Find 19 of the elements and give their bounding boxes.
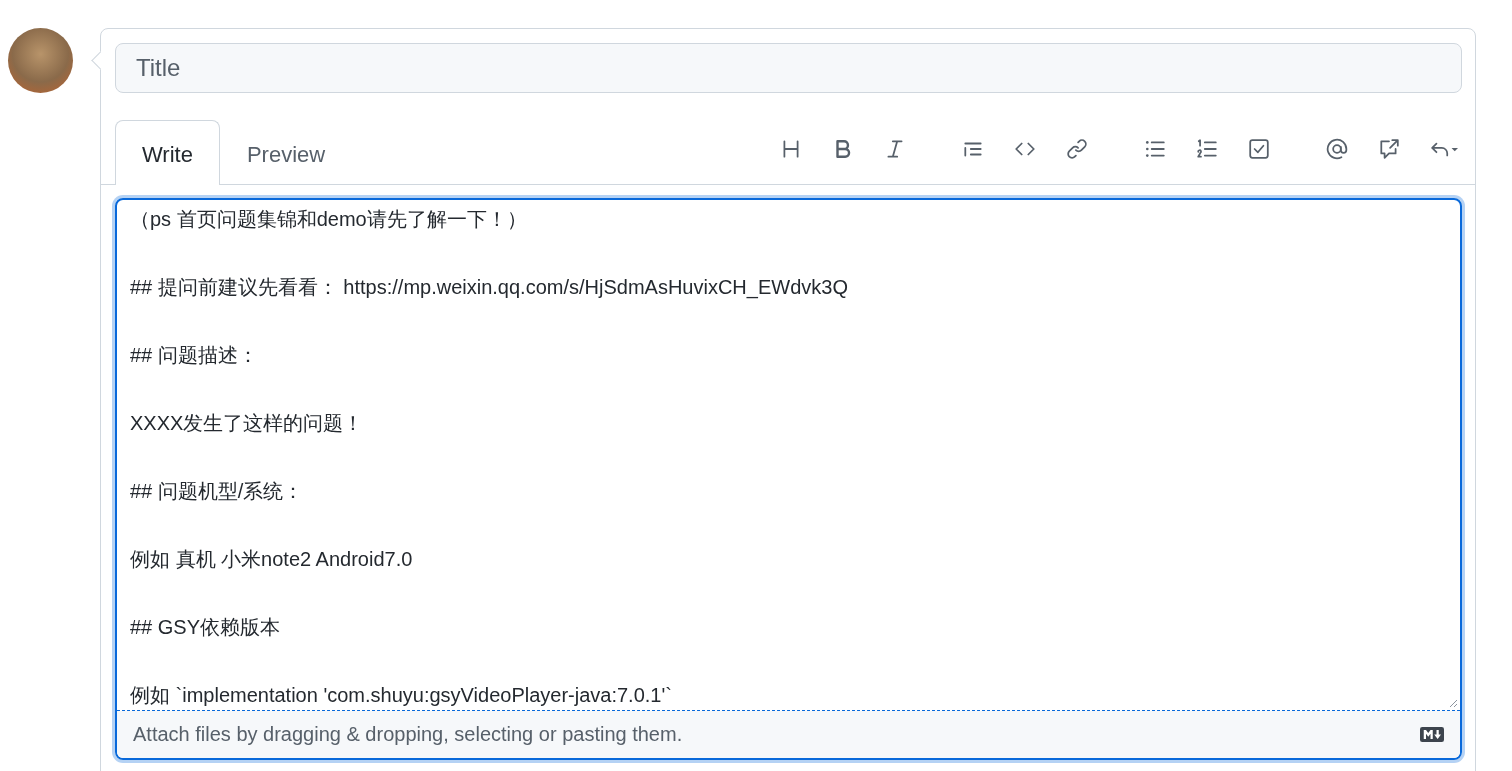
text-line: （ps 首页问题集锦和demo请先了解一下！） — [130, 208, 528, 230]
tab[interactable]: Write — [115, 120, 220, 185]
at-sign-icon[interactable] — [1326, 138, 1348, 160]
text-line: ## 提问前建议先看看： https://mp.weixin.qq.com/s/HjSdmAsHuvixCH_EWdvk3Q — [130, 276, 849, 298]
text-line: XXXX发生了这样的问题！ — [130, 412, 365, 434]
text-line: ## 问题机型/系统： — [130, 480, 305, 502]
title-field[interactable]: Title — [115, 43, 1462, 93]
text-line: 例如 真机 小米note2 Android7.0 — [130, 548, 414, 570]
speech-bubble-arrow-icon[interactable] — [1378, 138, 1400, 160]
checkbox-icon[interactable] — [1248, 138, 1270, 160]
resize-handle-icon[interactable] — [1448, 698, 1458, 708]
link-icon[interactable] — [1066, 138, 1088, 160]
text-line: 例如 `implementation 'com.shuyu:gsyVideoPlayer-java:7.0.1'` — [130, 684, 673, 706]
text-line: ## 问题描述： — [130, 344, 259, 366]
numbered-list-icon[interactable] — [1196, 138, 1218, 160]
text-line: ## GSY依赖版本 — [130, 616, 282, 638]
bullet-list-icon[interactable] — [1144, 138, 1166, 160]
markdown-icon[interactable] — [1420, 727, 1444, 742]
tab[interactable]: Preview — [219, 120, 353, 184]
